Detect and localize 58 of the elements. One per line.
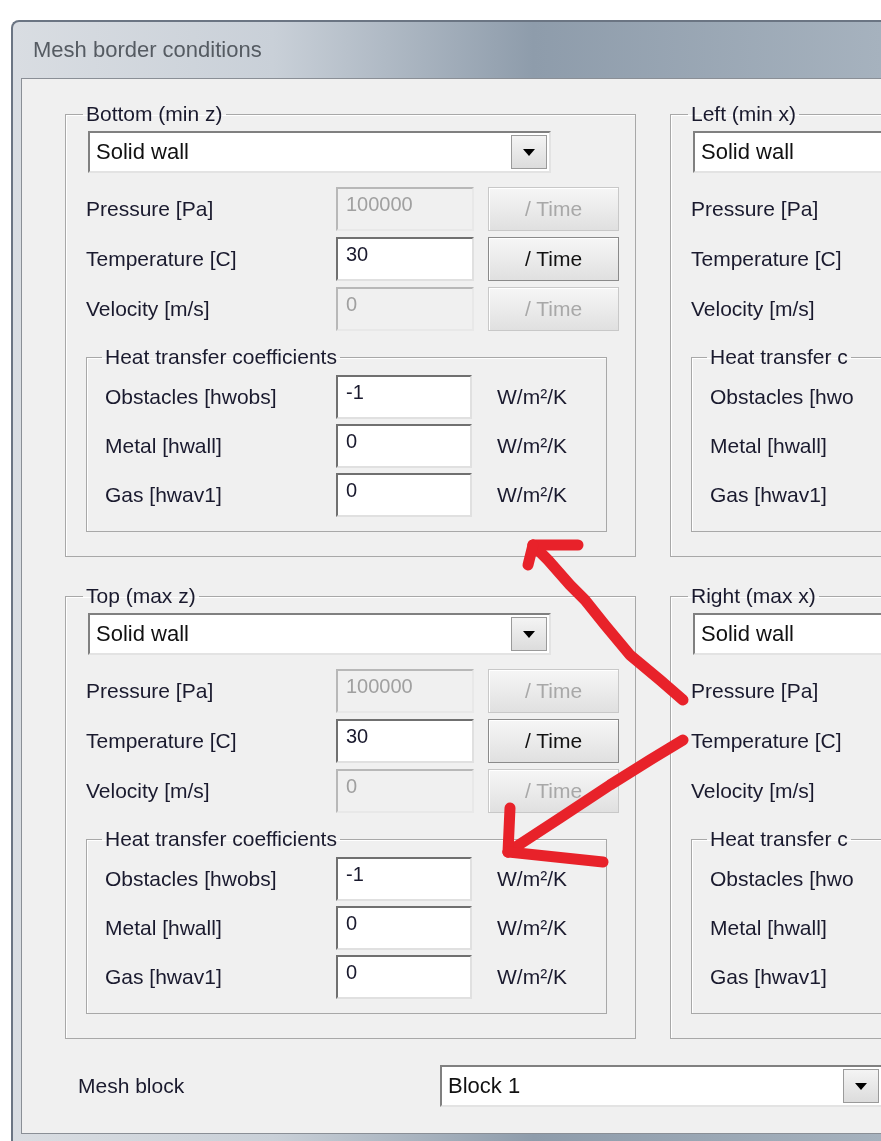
field-label: Metal [hwall] (710, 915, 828, 940)
time-button[interactable]: / Time (488, 237, 619, 281)
group-title: Heat transfer c (709, 826, 849, 852)
field-label: Metal [hwall] (710, 433, 828, 458)
dropdown[interactable]: Solid wall (88, 613, 551, 655)
field-label: Gas [hwav1] (105, 964, 223, 989)
field-label: Obstacles [hwobs] (105, 384, 278, 409)
input-field[interactable]: 0 (336, 954, 472, 999)
group-title: Heat transfer coefficients (104, 826, 338, 852)
unit-label: W/m²/K (497, 915, 567, 940)
field-label: Metal [hwall] (105, 433, 223, 458)
unit-label: W/m²/K (497, 384, 567, 409)
group-title: Heat transfer coefficients (104, 344, 338, 370)
dropdown[interactable]: Solid wall (88, 131, 551, 173)
unit-label: W/m²/K (497, 866, 567, 891)
input-field[interactable]: 0 (336, 423, 472, 468)
caret-icon (855, 1082, 867, 1090)
group-title: Right (max x) (690, 583, 817, 609)
field-label: Temperature [C] (691, 247, 843, 271)
caret-icon (523, 630, 535, 638)
field-label: Pressure [Pa] (86, 197, 215, 221)
field-label: Gas [hwav1] (710, 964, 828, 989)
input-field[interactable]: 30 (336, 719, 474, 763)
field-label: Obstacles [hwo (710, 866, 855, 891)
field-label: Pressure [Pa] (691, 197, 820, 221)
field-label: Pressure [Pa] (691, 679, 820, 703)
time-button[interactable]: / Time (488, 719, 619, 763)
dropdown[interactable]: Solid wall (693, 613, 881, 655)
group-title: Left (min x) (690, 101, 798, 127)
input-field[interactable]: 0 (336, 472, 472, 517)
unit-label: W/m²/K (497, 964, 567, 989)
dropdown[interactable]: Solid wall (693, 131, 881, 173)
field-label: Gas [hwav1] (105, 482, 223, 507)
input-field[interactable]: -1 (336, 856, 472, 901)
field-label: Obstacles [hwobs] (105, 866, 278, 891)
field-label: Obstacles [hwo (710, 384, 855, 409)
field-label: Velocity [m/s] (86, 297, 211, 321)
unit-label: W/m²/K (497, 433, 567, 458)
unit-label: W/m²/K (497, 482, 567, 507)
field-label: Gas [hwav1] (710, 482, 828, 507)
field-label: Temperature [C] (691, 729, 843, 753)
field-label: Temperature [C] (86, 729, 238, 753)
field-label: Pressure [Pa] (86, 679, 215, 703)
field-label: Velocity [m/s] (691, 779, 816, 803)
caret-icon (523, 148, 535, 156)
field-label: Velocity [m/s] (691, 297, 816, 321)
input-field[interactable]: 0 (336, 905, 472, 950)
input-field[interactable]: -1 (336, 374, 472, 419)
input-field[interactable]: 30 (336, 237, 474, 281)
window-title: Mesh border conditions (33, 37, 262, 63)
field-label: Velocity [m/s] (86, 779, 211, 803)
field-label: Metal [hwall] (105, 915, 223, 940)
group-title: Heat transfer c (709, 344, 849, 370)
field-label: Temperature [C] (86, 247, 238, 271)
field-label: Mesh block (78, 1074, 186, 1098)
dropdown[interactable]: Block 1 (440, 1065, 881, 1107)
group-title: Top (max z) (85, 583, 197, 609)
group-title: Bottom (min z) (85, 101, 224, 127)
